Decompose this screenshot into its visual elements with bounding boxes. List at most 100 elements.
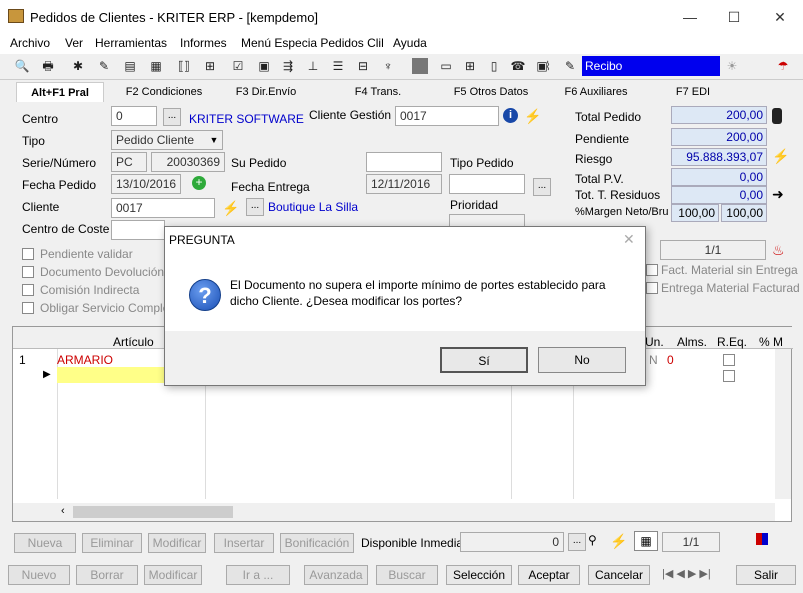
tab-principal[interactable]: Alt+F1 Pral — [16, 82, 104, 102]
flash-icon[interactable]: ⚡ — [524, 108, 541, 125]
centro-coste-input[interactable] — [111, 220, 165, 240]
docs-icon[interactable]: ▦ — [148, 58, 164, 74]
tab-edi[interactable]: F7 EDI — [668, 82, 718, 102]
salir-button[interactable]: Salir — [736, 565, 796, 585]
disponible-lookup-button[interactable]: ... — [568, 533, 586, 551]
menu-informes[interactable]: Informes — [180, 36, 227, 50]
book-icon[interactable]: ▤ — [122, 58, 138, 74]
page-icon[interactable]: ▯ — [486, 58, 502, 74]
seleccion-button[interactable]: Selección — [446, 565, 512, 585]
paperclip-icon[interactable]: ⌇ — [540, 58, 556, 74]
flow-icon[interactable]: ⇶ — [280, 58, 296, 74]
centro-input[interactable]: 0 — [111, 106, 157, 126]
flash-icon[interactable]: ⚡ — [222, 200, 239, 217]
vertical-scrollbar[interactable] — [775, 349, 791, 499]
nueva-line-button[interactable]: Nueva — [14, 533, 76, 553]
tab-otros-datos[interactable]: F5 Otros Datos — [446, 82, 536, 102]
ir-a-button[interactable]: Ir a ... — [226, 565, 290, 585]
tipo-pedido-lookup-button[interactable]: ... — [533, 178, 551, 196]
tree2-icon[interactable]: ♆ — [380, 58, 396, 74]
minimize-button[interactable]: — — [670, 4, 710, 30]
tab-trans[interactable]: F4 Trans. — [344, 82, 412, 102]
flash-icon[interactable]: ⚡ — [610, 533, 627, 550]
square-icon[interactable] — [412, 58, 428, 74]
col-un-header[interactable]: Un. — [645, 335, 664, 349]
nuevo-button[interactable]: Nuevo — [8, 565, 70, 585]
color-grid-icon[interactable] — [756, 533, 768, 545]
list-icon[interactable]: ☰ — [330, 58, 346, 74]
menu-archivo[interactable]: Archivo — [10, 36, 50, 50]
buscar-button[interactable]: Buscar — [376, 565, 438, 585]
aceptar-button[interactable]: Aceptar — [518, 565, 580, 585]
row-req-checkbox[interactable] — [723, 354, 735, 366]
phone-icon[interactable]: ☎ — [510, 58, 526, 74]
tools-icon[interactable]: ✱ — [70, 58, 86, 74]
lightning-icon[interactable]: ⚡ — [772, 148, 789, 165]
col-articulo-header[interactable]: Artículo — [113, 335, 154, 349]
modificar-line-button[interactable]: Modificar — [148, 533, 206, 553]
avanzada-button[interactable]: Avanzada — [304, 565, 368, 585]
chevron-down-icon[interactable]: ▼ — [206, 132, 222, 148]
binoculars-icon[interactable]: ⚲ — [588, 533, 597, 547]
col-pct-header[interactable]: % M — [759, 335, 783, 349]
entrega-material-checkbox[interactable] — [646, 282, 658, 294]
print-icon[interactable]: 🖶 — [40, 58, 56, 74]
obligar-servicio-checkbox[interactable] — [22, 302, 34, 314]
table-icon[interactable]: ⊟ — [355, 58, 371, 74]
calculator-icon[interactable]: ▦ — [634, 531, 658, 551]
tipo-pedido-input[interactable] — [449, 174, 525, 194]
cliente-input[interactable]: 0017 — [111, 198, 215, 218]
window-icon[interactable]: ▭ — [438, 58, 454, 74]
stamp-icon[interactable]: ⊥ — [305, 58, 321, 74]
bonificacion-button[interactable]: Bonificación — [280, 533, 354, 553]
horizontal-scrollbar[interactable]: ‹ — [13, 503, 775, 521]
tab-auxiliares[interactable]: F6 Auxiliares — [556, 82, 636, 102]
centro-lookup-button[interactable]: ... — [163, 108, 181, 126]
comision-indirecta-checkbox[interactable] — [22, 284, 34, 296]
insertar-line-button[interactable]: Insertar — [214, 533, 274, 553]
checklist-icon[interactable]: ☑ — [230, 58, 246, 74]
record-navigation[interactable]: |◀ ◀ ▶ ▶| — [662, 567, 711, 580]
serie-input[interactable]: PC — [111, 152, 147, 172]
brush-icon[interactable]: ✎ — [96, 58, 112, 74]
cliente-lookup-button[interactable]: ... — [246, 198, 264, 216]
row-articulo[interactable]: ARMARIO — [57, 353, 113, 367]
close-button[interactable]: ✕ — [760, 4, 800, 30]
menu-herramientas[interactable]: Herramientas — [95, 36, 167, 50]
numero-input[interactable]: 20030369 — [151, 152, 225, 172]
borrar-button[interactable]: Borrar — [76, 565, 138, 585]
grid-icon[interactable]: ▣ — [256, 58, 272, 74]
add-icon[interactable]: + — [192, 176, 206, 190]
pendiente-validar-checkbox[interactable] — [22, 248, 34, 260]
fecha-pedido-input[interactable]: 13/10/2016 — [111, 174, 181, 194]
tab-dir-envio[interactable]: F3 Dir.Envío — [226, 82, 306, 102]
su-pedido-input[interactable] — [366, 152, 442, 172]
cliente-gestion-input[interactable]: 0017 — [395, 106, 499, 126]
fact-material-checkbox[interactable] — [646, 264, 658, 276]
lifebuoy-icon[interactable]: ☂ — [775, 58, 791, 74]
arrow-right-icon[interactable]: ➜ — [772, 186, 784, 203]
modificar-button[interactable]: Modificar — [144, 565, 202, 585]
clip-icon[interactable]: ✎ — [562, 58, 578, 74]
fecha-entrega-input[interactable]: 12/11/2016 — [366, 174, 442, 194]
recibo-field[interactable]: Recibo — [582, 56, 720, 76]
documento-devolucion-checkbox[interactable] — [22, 266, 34, 278]
network-icon[interactable]: ⊞ — [462, 58, 478, 74]
info-icon[interactable]: i — [503, 108, 518, 123]
yes-button[interactable]: Sí — [440, 347, 528, 373]
bracket-icon[interactable]: ⟦⟧ — [176, 58, 192, 74]
dialog-close-icon[interactable]: ✕ — [623, 231, 635, 248]
preview-icon[interactable]: 🔍 — [14, 58, 30, 74]
menu-ver[interactable]: Ver — [65, 36, 83, 50]
col-alms-header[interactable]: Alms. — [677, 335, 707, 349]
tab-condiciones[interactable]: F2 Condiciones — [116, 82, 212, 102]
new-row-cell[interactable] — [57, 367, 167, 383]
tree-icon[interactable]: ⊞ — [202, 58, 218, 74]
eliminar-line-button[interactable]: Eliminar — [82, 533, 142, 553]
maximize-button[interactable]: ☐ — [714, 4, 754, 30]
cancelar-button[interactable]: Cancelar — [588, 565, 650, 585]
no-button[interactable]: No — [538, 347, 626, 373]
row-req-checkbox[interactable] — [723, 370, 735, 382]
money-bag-icon[interactable]: ♨ — [772, 242, 785, 259]
menu-especial[interactable]: Menú Especia Pedidos Clil — [241, 36, 384, 50]
